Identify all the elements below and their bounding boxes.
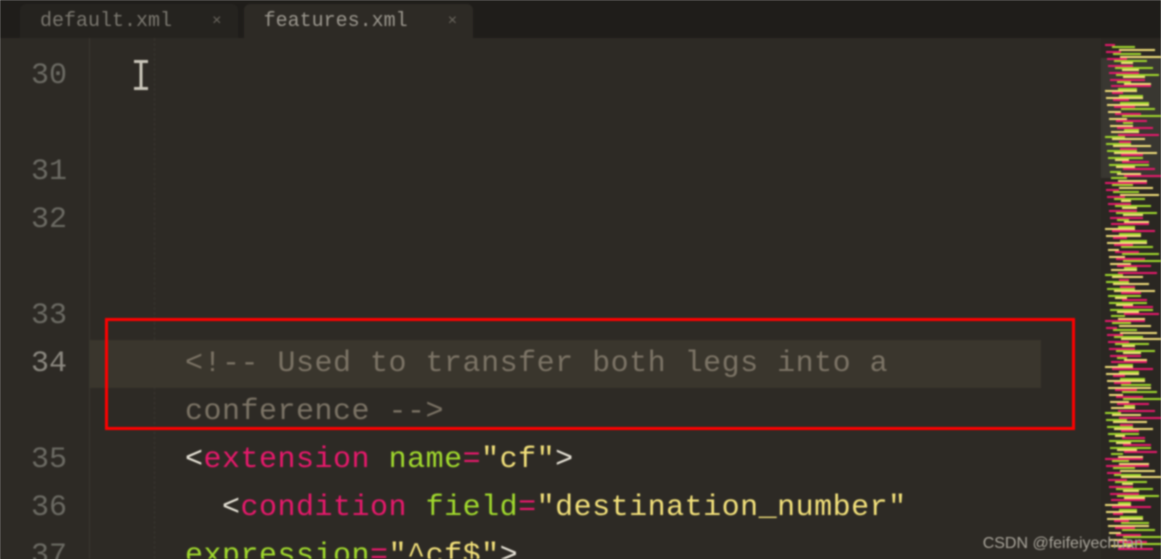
minimap-line	[1121, 246, 1153, 248]
tab-label: default.xml	[40, 10, 172, 33]
xml-tag: extension	[204, 443, 371, 477]
minimap-line	[1120, 470, 1155, 472]
minimap-line	[1124, 175, 1161, 177]
minimap[interactable]	[1101, 38, 1161, 559]
tab-label: features.xml	[264, 10, 408, 33]
line-number-gutter: 30 31 32 33 34 35 36 37	[0, 38, 90, 559]
tab-bar: default.xml × features.xml ×	[0, 0, 1161, 38]
xml-string: "^cf$"	[389, 539, 500, 559]
xml-attr: expression	[185, 539, 370, 559]
xml-string: "destination_number"	[537, 491, 907, 525]
xml-attr: name	[389, 443, 463, 477]
editor: 30 31 32 33 34 35 36 37 <!-- Used to tra…	[0, 38, 1161, 559]
minimap-line	[1122, 529, 1155, 531]
code-content: <!-- Used to transfer both legs into a c…	[148, 340, 1101, 559]
minimap-line	[1119, 187, 1153, 189]
line-number: 37	[0, 532, 89, 559]
minimap-line	[1124, 313, 1159, 315]
minimap-line	[1124, 451, 1157, 453]
minimap-line	[1121, 476, 1161, 478]
line-number-current: 34	[0, 340, 89, 436]
minimap-line	[1118, 410, 1155, 412]
minimap-line	[1118, 272, 1157, 274]
minimap-line	[1119, 49, 1155, 51]
close-icon[interactable]: ×	[212, 12, 222, 30]
minimap-line	[1122, 391, 1157, 393]
line-number: 32	[0, 196, 89, 292]
xml-attr: field	[426, 491, 519, 525]
minimap-line	[1121, 108, 1155, 110]
tab-features-xml[interactable]: features.xml ×	[244, 4, 474, 38]
text-cursor-icon	[132, 60, 150, 90]
line-number: 30	[0, 52, 89, 148]
minimap-line	[1119, 325, 1151, 327]
xml-string: "cf"	[481, 443, 555, 477]
xml-comment: conference -->	[185, 395, 444, 429]
minimap-line	[1122, 253, 1159, 255]
xml-tag: condition	[241, 491, 408, 525]
tab-default-xml[interactable]: default.xml ×	[20, 4, 238, 38]
line-number: 33	[0, 292, 89, 340]
line-number: 31	[0, 148, 89, 196]
minimap-line	[1120, 194, 1159, 196]
minimap-line	[1120, 332, 1157, 334]
minimap-line	[1122, 115, 1161, 117]
line-number: 35	[0, 436, 89, 484]
watermark: CSDN @feifeiyechuan	[983, 535, 1143, 553]
code-area[interactable]: <!-- Used to transfer both legs into a c…	[90, 38, 1101, 559]
xml-comment: <!-- Used to transfer both legs into a	[185, 347, 907, 381]
minimap-line	[1123, 168, 1155, 170]
close-icon[interactable]: ×	[448, 12, 458, 30]
line-number: 36	[0, 484, 89, 532]
